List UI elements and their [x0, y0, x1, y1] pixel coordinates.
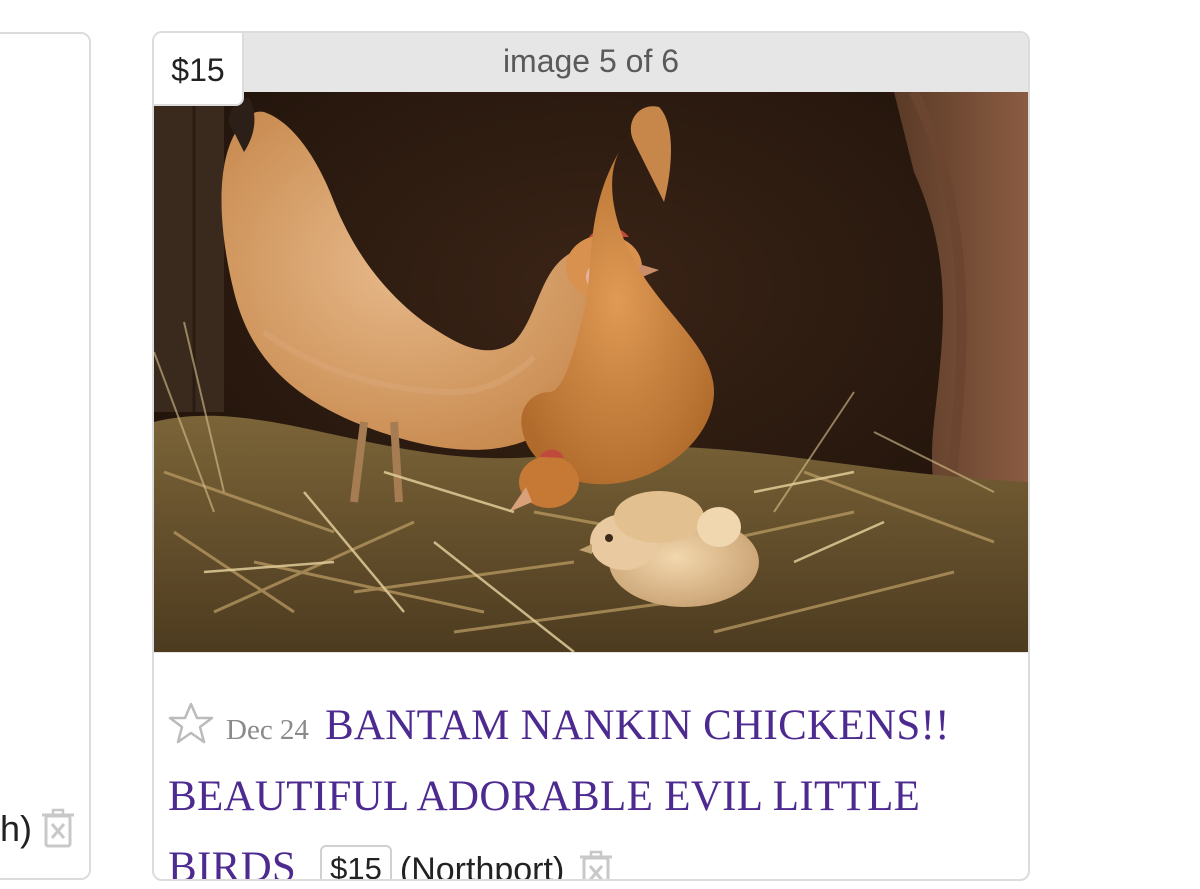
neighborhood-label: (Northport) — [399, 851, 565, 881]
left-card-hood: h) — [0, 808, 33, 849]
listing-card-left[interactable]: h) — [0, 32, 91, 880]
image-counter: image 5 of 6 — [502, 43, 680, 79]
listing-info: Dec 24 BANTAM NANKIN CHICKENS!! BEAUTIFUL… — [168, 695, 1014, 881]
left-card-meta: h) — [0, 804, 89, 854]
listing-date: Dec 24 — [226, 714, 309, 746]
image-gallery[interactable]: image 5 of 6 $15 — [154, 33, 1028, 653]
star-icon[interactable] — [168, 701, 214, 745]
chicken-photo[interactable] — [154, 92, 1028, 652]
trash-icon[interactable] — [576, 849, 616, 881]
listing-card[interactable]: image 5 of 6 $15 Dec 24 BANTAM NANKIN CH… — [152, 31, 1030, 881]
price-badge: $15 — [320, 845, 392, 879]
image-price-tag: $15 — [154, 33, 244, 106]
trash-icon[interactable] — [38, 807, 78, 851]
